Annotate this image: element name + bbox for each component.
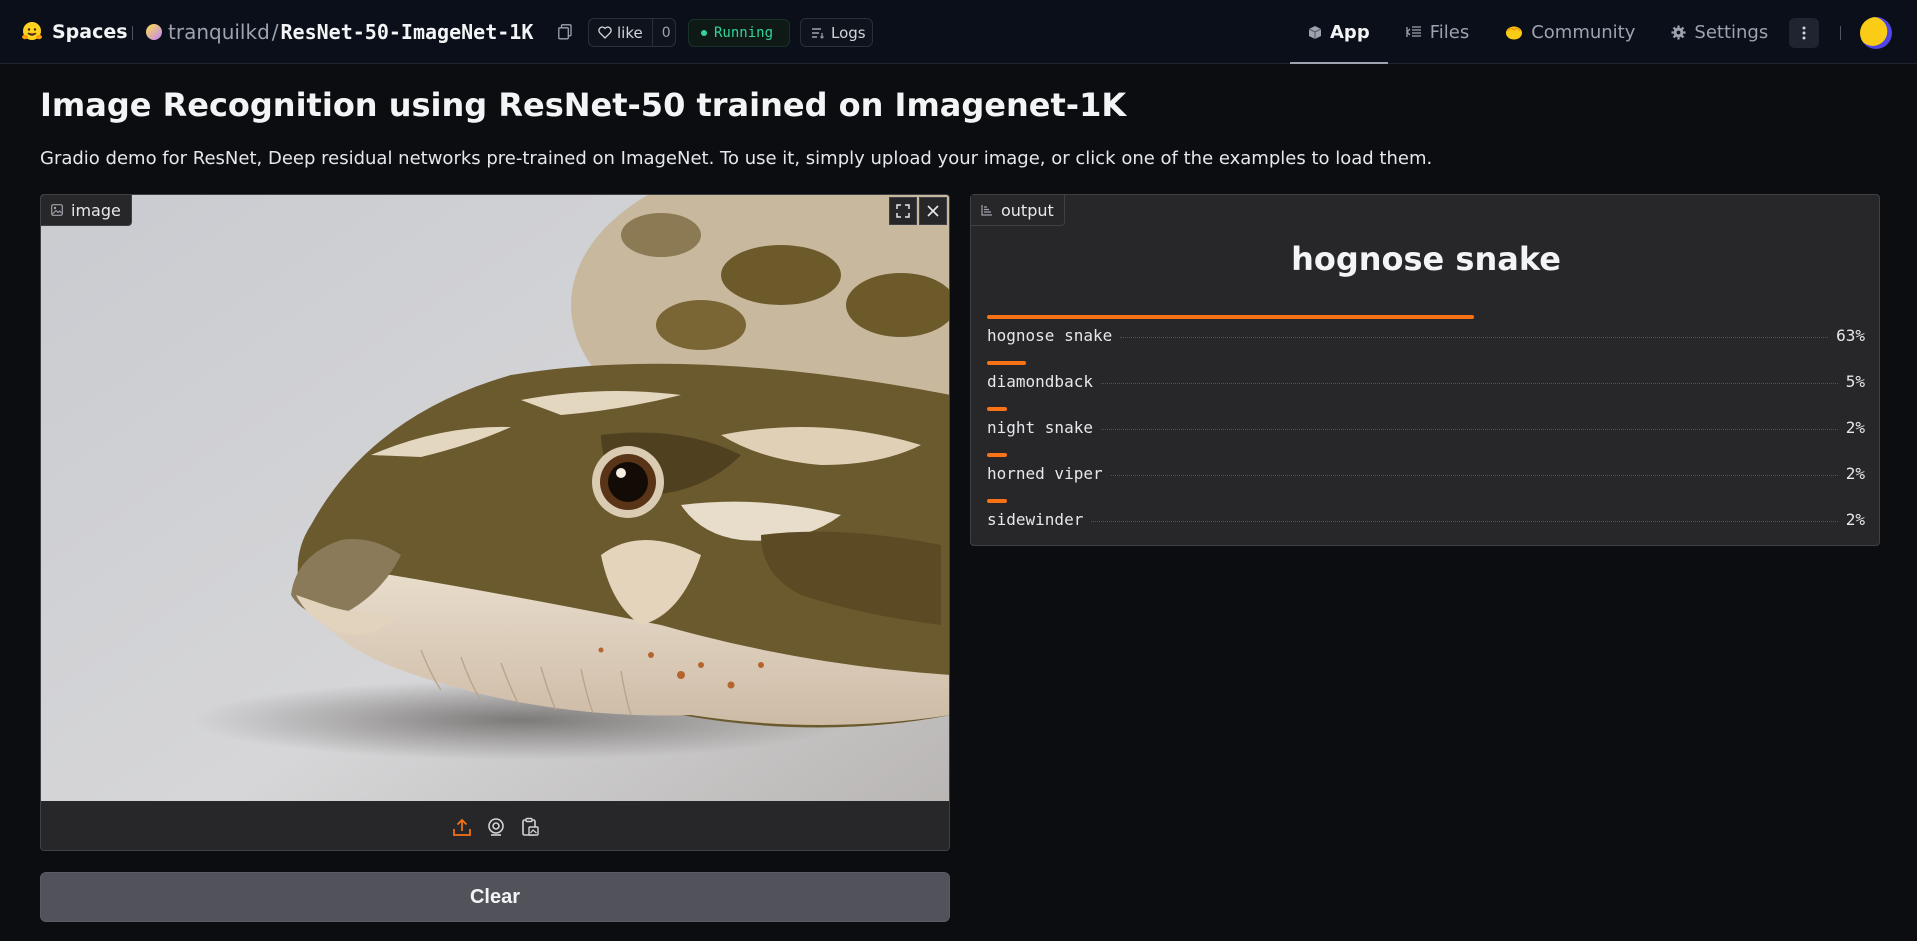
output-label: output xyxy=(1001,200,1054,220)
files-icon xyxy=(1406,26,1421,37)
clipboard-icon xyxy=(522,817,539,836)
fullscreen-button[interactable] xyxy=(889,197,917,225)
uploaded-image[interactable] xyxy=(41,195,949,801)
class-label: hognose snake xyxy=(987,326,1113,345)
upload-icon xyxy=(453,818,471,836)
confidence-row[interactable]: night snake 2% xyxy=(987,407,1865,453)
tab-files-label: Files xyxy=(1429,21,1470,43)
status-badge[interactable]: Running xyxy=(688,19,790,47)
top-navigation-bar: Spaces tranquilkd / ResNet-50-ImageNet-1… xyxy=(0,0,1917,64)
class-percent: 2% xyxy=(1845,418,1865,437)
logs-button[interactable]: Logs xyxy=(800,18,873,47)
tab-settings[interactable]: Settings xyxy=(1653,0,1786,64)
class-percent: 2% xyxy=(1845,510,1865,529)
more-options-button[interactable] xyxy=(1789,18,1819,48)
tab-app[interactable]: App xyxy=(1290,0,1388,64)
remove-image-button[interactable] xyxy=(919,197,947,225)
dotted-leader xyxy=(1100,429,1838,430)
space-avatar xyxy=(146,24,162,40)
class-label: sidewinder xyxy=(987,510,1084,529)
heart-icon xyxy=(598,26,612,39)
confidence-row[interactable]: hognose snake 63% xyxy=(987,315,1865,361)
class-percent: 5% xyxy=(1845,372,1865,391)
tab-files[interactable]: Files xyxy=(1388,0,1488,64)
copy-icon[interactable] xyxy=(558,24,572,40)
class-label: night snake xyxy=(987,418,1093,437)
output-label-chip: output xyxy=(971,195,1065,226)
image-source-selector xyxy=(41,801,949,850)
confidence-list: hognose snake 63% diamondback 5% night s… xyxy=(987,315,1865,545)
output-panel: output hognose snake hognose snake 63% d… xyxy=(970,194,1880,546)
confidence-text: horned viper 2% xyxy=(987,464,1865,483)
dotted-leader xyxy=(1110,475,1838,476)
status-dot xyxy=(701,30,707,36)
like-count: 0 xyxy=(661,24,671,41)
cube-icon xyxy=(1308,25,1322,39)
predicted-label: hognose snake xyxy=(1291,240,1561,278)
tab-community-label: Community xyxy=(1531,21,1636,43)
confidence-text: hognose snake 63% xyxy=(987,326,1865,345)
logs-icon xyxy=(812,27,824,39)
confidence-bar xyxy=(987,361,1026,365)
image-input-panel: image xyxy=(40,194,950,851)
huggingface-logo-icon xyxy=(22,22,42,40)
confidence-text: sidewinder 2% xyxy=(987,510,1865,529)
confidence-text: diamondback 5% xyxy=(987,372,1865,391)
confidence-row[interactable]: sidewinder 2% xyxy=(987,499,1865,545)
confidence-bar xyxy=(987,453,1007,457)
tab-settings-label: Settings xyxy=(1694,21,1769,43)
dotted-leader xyxy=(1091,521,1838,522)
webcam-source-button[interactable] xyxy=(485,816,507,838)
like-label: like xyxy=(617,23,643,42)
image-label-chip: image xyxy=(41,195,132,226)
tab-app-label: App xyxy=(1330,21,1370,43)
webcam-icon xyxy=(488,817,504,836)
dotted-leader xyxy=(1100,383,1838,384)
divider xyxy=(132,26,133,40)
image-toolbar xyxy=(889,197,947,225)
like-label-group: like xyxy=(589,19,653,46)
confidence-bar xyxy=(987,315,1474,319)
status-text: Running xyxy=(714,25,774,41)
class-label: diamondback xyxy=(987,372,1093,391)
page-title: Image Recognition using ResNet-50 traine… xyxy=(40,86,1127,124)
vertical-ellipsis-icon xyxy=(1802,26,1806,40)
upload-source-button[interactable] xyxy=(451,816,473,838)
close-icon xyxy=(927,205,939,217)
dotted-leader xyxy=(1120,337,1829,338)
image-icon xyxy=(51,204,63,216)
clipboard-source-button[interactable] xyxy=(519,816,541,838)
class-percent: 63% xyxy=(1836,326,1865,345)
class-label: horned viper xyxy=(987,464,1103,483)
confidence-row[interactable]: horned viper 2% xyxy=(987,453,1865,499)
class-percent: 2% xyxy=(1845,464,1865,483)
fullscreen-icon xyxy=(896,204,910,218)
label-chart-icon xyxy=(981,205,992,216)
spaces-home-link[interactable]: Spaces xyxy=(20,20,128,44)
gear-icon xyxy=(1671,24,1686,40)
community-icon xyxy=(1506,26,1523,40)
clear-button[interactable]: Clear xyxy=(40,872,950,922)
space-tabs: App Files Community Settings xyxy=(1290,0,1786,64)
page-description: Gradio demo for ResNet, Deep residual ne… xyxy=(40,148,1433,169)
like-button[interactable]: like 0 xyxy=(588,18,676,47)
image-label: image xyxy=(71,200,121,220)
logs-label: Logs xyxy=(831,23,866,42)
confidence-bar xyxy=(987,499,1007,503)
breadcrumb-separator: / xyxy=(271,20,279,44)
snake-photo xyxy=(41,195,949,801)
divider xyxy=(1840,26,1841,40)
spaces-label: Spaces xyxy=(52,21,128,43)
owner-link[interactable]: tranquilkd xyxy=(168,20,270,44)
repo-name-link[interactable]: ResNet-50-ImageNet-1K xyxy=(281,20,534,44)
user-avatar[interactable] xyxy=(1860,17,1892,49)
tab-community[interactable]: Community xyxy=(1487,0,1653,64)
confidence-bar xyxy=(987,407,1007,411)
confidence-row[interactable]: diamondback 5% xyxy=(987,361,1865,407)
confidence-text: night snake 2% xyxy=(987,418,1865,437)
repo-breadcrumb: tranquilkd / ResNet-50-ImageNet-1K xyxy=(146,20,533,44)
